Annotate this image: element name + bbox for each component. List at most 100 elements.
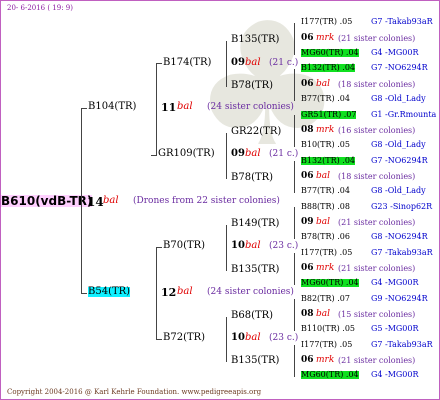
gen4-sister-note: (21 sister colonies) xyxy=(338,34,416,43)
gen2-queen-2[interactable]: GR109(TR) xyxy=(158,149,215,159)
gen4-mark: bal xyxy=(316,217,331,227)
gen3-queen-7[interactable]: B68(TR) xyxy=(231,311,273,321)
tree-line xyxy=(81,108,87,109)
gen4-origin: G9 -NO6294R xyxy=(371,294,428,303)
gen4-queen[interactable]: I177(TR) .05 xyxy=(301,18,352,26)
gen3-queen-6[interactable]: B135(TR) xyxy=(231,265,279,275)
gen4-num: 06 xyxy=(301,355,314,365)
gen4-mark: bal xyxy=(316,171,331,181)
gen4-origin: G4 -MG00R xyxy=(371,48,419,57)
gen4-origin: G8 -Old_Lady xyxy=(371,140,426,149)
tree-line xyxy=(156,63,157,155)
gen4-num: 08 xyxy=(301,125,314,135)
gen4-sister-note: (16 sister colonies) xyxy=(338,126,416,135)
tree-line xyxy=(226,133,227,179)
gen3-queen-8[interactable]: B135(TR) xyxy=(231,356,279,366)
gen2-bal-4: bal xyxy=(245,332,261,343)
tree-line xyxy=(151,155,157,156)
gen4-queen[interactable]: B110(TR) .05 xyxy=(301,325,355,333)
gen4-queen[interactable]: MG60(TR) .04 xyxy=(301,279,359,287)
gen2-queen-3[interactable]: B70(TR) xyxy=(163,241,205,251)
gen4-num: 08 xyxy=(301,309,314,319)
gen4-num: 06 xyxy=(301,33,314,43)
gen2-note-2: (21 c.) xyxy=(269,149,299,159)
gen1-num-1: 11 xyxy=(161,101,177,114)
gen4-origin: G8 -Old_Lady xyxy=(371,94,426,103)
gen4-queen[interactable]: I177(TR) .05 xyxy=(301,249,352,257)
gen2-queen-1[interactable]: B174(TR) xyxy=(163,58,211,68)
gen2-num-3: 10 xyxy=(231,240,245,251)
gen1-queen-2[interactable]: B54(TR) xyxy=(88,287,131,297)
gen4-num: 06 xyxy=(301,263,314,273)
gen4-mark: mrk xyxy=(316,355,335,365)
gen4-mark: mrk xyxy=(316,263,335,273)
tree-line xyxy=(294,299,295,331)
gen4-num: 06 xyxy=(301,79,314,89)
gen1-num-2: 12 xyxy=(161,286,177,299)
gen4-origin: G7 -Takab93aR xyxy=(371,340,433,349)
tree-line xyxy=(156,247,157,339)
gen4-queen[interactable]: B78(TR) .06 xyxy=(301,233,350,241)
copyright: Copyright 2004-2016 @ Karl Kehrle Founda… xyxy=(7,388,262,396)
gen2-queen-4[interactable]: B72(TR) xyxy=(163,333,205,343)
gen2-note-1: (21 c.) xyxy=(269,58,299,68)
gen4-origin: G1 -Gr.Rmounta xyxy=(371,110,437,119)
gen4-mark: bal xyxy=(316,309,331,319)
gen4-mark: mrk xyxy=(316,33,335,43)
gen4-origin: G7 -NO6294R xyxy=(371,156,428,165)
gen2-num-4: 10 xyxy=(231,332,245,343)
gen4-origin: G4 -MG00R xyxy=(371,278,419,287)
root-note: (Drones from 22 sister colonies) xyxy=(133,196,280,206)
tree-line xyxy=(294,69,295,101)
gen4-queen[interactable]: B77(TR) .04 xyxy=(301,95,350,103)
tree-line xyxy=(81,293,87,294)
gen4-queen[interactable]: B77(TR) .04 xyxy=(301,187,350,195)
tree-line xyxy=(226,41,227,87)
gen3-queen-3[interactable]: GR22(TR) xyxy=(231,127,281,137)
tree-line xyxy=(294,253,295,285)
gen3-queen-5[interactable]: B149(TR) xyxy=(231,219,279,229)
gen4-queen[interactable]: B82(TR) .07 xyxy=(301,295,350,303)
gen4-sister-note: (21 sister colonies) xyxy=(338,264,416,273)
pedigree-frame: ♣ 20- 6-2016 ( 19: 9) B610(vdB-TR) 14 ba… xyxy=(0,0,440,400)
tree-line xyxy=(294,345,295,377)
gen4-queen[interactable]: GR51(TR) .07 xyxy=(301,111,357,119)
gen2-num-1: 09 xyxy=(231,57,245,68)
gen4-queen[interactable]: I177(TR) .05 xyxy=(301,341,352,349)
tree-line xyxy=(294,115,295,147)
gen2-bal-1: bal xyxy=(245,57,261,68)
tree-line xyxy=(294,207,295,239)
gen4-queen[interactable]: MG60(TR) .04 xyxy=(301,49,359,57)
gen1-note-1: (24 sister colonies) xyxy=(207,102,294,112)
gen4-mark: bal xyxy=(316,79,331,89)
gen1-bal-2: bal xyxy=(177,286,193,297)
tree-line xyxy=(156,339,162,340)
gen4-mark: mrk xyxy=(316,125,335,135)
gen4-queen[interactable]: B132(TR) .04 xyxy=(301,64,356,72)
gen3-queen-4[interactable]: B78(TR) xyxy=(231,173,273,183)
gen4-origin: G8 -Old_Lady xyxy=(371,186,426,195)
gen4-queen[interactable]: B132(TR) .04 xyxy=(301,157,356,165)
gen4-queen[interactable]: B10(TR) .05 xyxy=(301,141,350,149)
report-date: 20- 6-2016 ( 19: 9) xyxy=(7,4,73,12)
gen4-num: 09 xyxy=(301,217,314,227)
gen4-origin: G7 -Takab93aR xyxy=(371,248,433,257)
gen4-origin: G8 -NO6294R xyxy=(371,232,428,241)
gen4-origin: G23 -Sinop62R xyxy=(371,202,433,211)
gen1-queen-1[interactable]: B104(TR) xyxy=(88,102,136,112)
gen4-queen[interactable]: MG60(TR) .04 xyxy=(301,371,359,379)
gen2-num-2: 09 xyxy=(231,148,245,159)
tree-line xyxy=(226,317,227,362)
gen3-queen-2[interactable]: B78(TR) xyxy=(231,81,273,91)
gen4-origin: G7 -NO6294R xyxy=(371,63,428,72)
tree-line xyxy=(294,23,295,55)
tree-line xyxy=(294,161,295,193)
gen4-queen[interactable]: B88(TR) .08 xyxy=(301,203,350,211)
gen4-sister-note: (18 sister colonies) xyxy=(338,172,416,181)
root-queen-id[interactable]: B610(vdB-TR) xyxy=(1,195,93,207)
tree-line xyxy=(226,225,227,271)
gen2-bal-3: bal xyxy=(245,240,261,251)
gen2-note-3: (23 c.) xyxy=(269,241,299,251)
gen3-queen-1[interactable]: B135(TR) xyxy=(231,35,279,45)
gen4-sister-note: (21 sister colonies) xyxy=(338,218,416,227)
